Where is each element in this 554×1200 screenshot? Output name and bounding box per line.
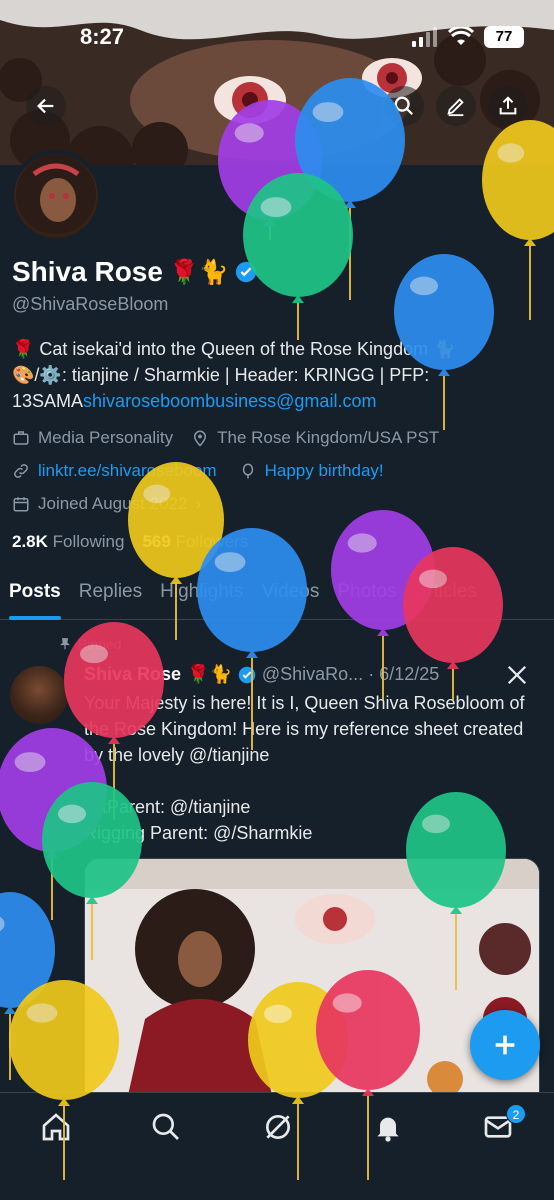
share-icon: [499, 96, 517, 115]
back-button[interactable]: [26, 86, 66, 126]
profile-tabs: Posts Replies Highlights Videos Photos A…: [0, 572, 554, 620]
following-count: 2.8K: [12, 532, 48, 551]
profile-meta-row: Media Personality The Rose Kingdom/USA P…: [12, 428, 439, 448]
pinned-indicator: Pinned: [58, 636, 122, 652]
following-label: Following: [52, 532, 125, 551]
profile-handle: @ShivaRoseBloom: [12, 294, 169, 314]
profile-meta-row: linktr.ee/shivaroseboom Happy birthday!: [12, 461, 384, 481]
signal-icon: [412, 27, 437, 47]
profile-name-emoji: 🌹🐈: [168, 258, 229, 286]
profile-category: Media Personality: [38, 428, 174, 447]
tab-replies[interactable]: Replies: [70, 572, 151, 620]
search-button[interactable]: [384, 86, 424, 126]
nav-grok[interactable]: [262, 1111, 294, 1143]
tab-posts[interactable]: Posts: [0, 572, 70, 620]
calendar-icon: [13, 497, 29, 512]
post-author-emoji: 🌹🐈: [187, 664, 232, 684]
edit-icon: [447, 98, 464, 117]
x-logo-icon[interactable]: [506, 664, 528, 686]
balloon-icon: [242, 463, 253, 479]
nav-search[interactable]: [150, 1111, 182, 1143]
tab-photos[interactable]: Photos: [328, 572, 405, 620]
nav-notifications[interactable]: [372, 1111, 404, 1143]
tab-highlights[interactable]: Highlights: [151, 572, 252, 620]
bio-line: 13SAMAshivaroseboombusiness@gmail.com: [12, 388, 542, 414]
profile-bio: 🌹 Cat isekai'd into the Queen of the Ros…: [12, 336, 542, 414]
pin-icon: [60, 638, 70, 650]
briefcase-icon: [13, 431, 29, 445]
search-icon: [394, 96, 414, 116]
post-media-image[interactable]: [84, 858, 540, 1108]
profile-banner[interactable]: 8:27 77: [0, 0, 554, 185]
post-author-name[interactable]: Shiva Rose: [84, 664, 181, 685]
verified-badge-icon[interactable]: [235, 261, 257, 283]
profile-screen: 8:27 77 Shiva Rose 🌹🐈 @ShivaRoseBloom 🌹 …: [0, 0, 554, 1200]
compose-button[interactable]: [470, 1010, 540, 1080]
profile-birthday-link[interactable]: Happy birthday!: [265, 461, 384, 481]
grok-icon: [266, 1115, 290, 1139]
profile-name: Shiva Rose 🌹🐈: [12, 256, 257, 288]
link-icon: [14, 464, 28, 478]
home-icon: [42, 1113, 70, 1141]
verified-badge-icon: [238, 666, 256, 683]
bio-line: 🌹 Cat isekai'd into the Queen of the Ros…: [12, 339, 456, 359]
edit-button[interactable]: [436, 86, 476, 126]
post-header: Shiva Rose 🌹🐈 @ShivaRo... · 6/12/25: [84, 664, 439, 685]
profile-avatar[interactable]: [10, 150, 102, 242]
bio-email-link[interactable]: shivaroseboombusiness@gmail.com: [83, 391, 376, 411]
followers-link[interactable]: 569 Followers: [142, 532, 248, 552]
profile-joined: Joined August 2022: [38, 494, 188, 513]
bottom-nav: [0, 1092, 554, 1200]
back-icon: [37, 98, 54, 114]
nav-home[interactable]: [40, 1111, 72, 1143]
status-time: 8:27: [80, 24, 125, 49]
battery-indicator: 77: [484, 26, 524, 48]
post-handle-date: @ShivaRo... · 6/12/25: [261, 664, 440, 684]
search-icon: [152, 1113, 179, 1140]
bell-icon: [377, 1117, 399, 1142]
share-button[interactable]: [488, 86, 528, 126]
wifi-icon: [448, 27, 474, 45]
profile-location: The Rose Kingdom/USA PST: [217, 428, 440, 447]
tab-videos[interactable]: Videos: [253, 572, 329, 620]
balloon: [0, 892, 55, 1080]
bio-text: 13SAMA: [12, 391, 84, 411]
pinned-label: Pinned: [78, 636, 122, 652]
bio-line: 🎨/⚙️: tianjine / Sharmkie | Header: KRIN…: [12, 365, 430, 385]
reference-sheet-image: [85, 859, 539, 1107]
followers-count: 569: [142, 532, 171, 551]
profile-meta-row: Joined August 2022 ›: [12, 494, 201, 514]
post-text: Your Majesty is here! It is I, Queen Shi…: [84, 693, 525, 843]
balloon: [243, 173, 353, 340]
messages-badge: 2: [506, 1104, 526, 1124]
followers-label: Followers: [175, 532, 249, 551]
status-bar: 8:27 77: [0, 20, 554, 56]
post-author-avatar[interactable]: [10, 666, 68, 724]
chevron-right-icon: ›: [195, 494, 202, 513]
plus-icon: [495, 1035, 515, 1055]
profile-name-text: Shiva Rose: [12, 256, 163, 287]
tab-articles[interactable]: Articles: [405, 572, 485, 620]
location-icon: [194, 430, 207, 447]
profile-website-link[interactable]: linktr.ee/shivaroseboom: [38, 461, 217, 481]
avatar-image: [16, 154, 96, 234]
follow-stats: 2.8K Following 569 Followers: [12, 532, 248, 552]
following-link[interactable]: 2.8K Following: [12, 532, 124, 552]
